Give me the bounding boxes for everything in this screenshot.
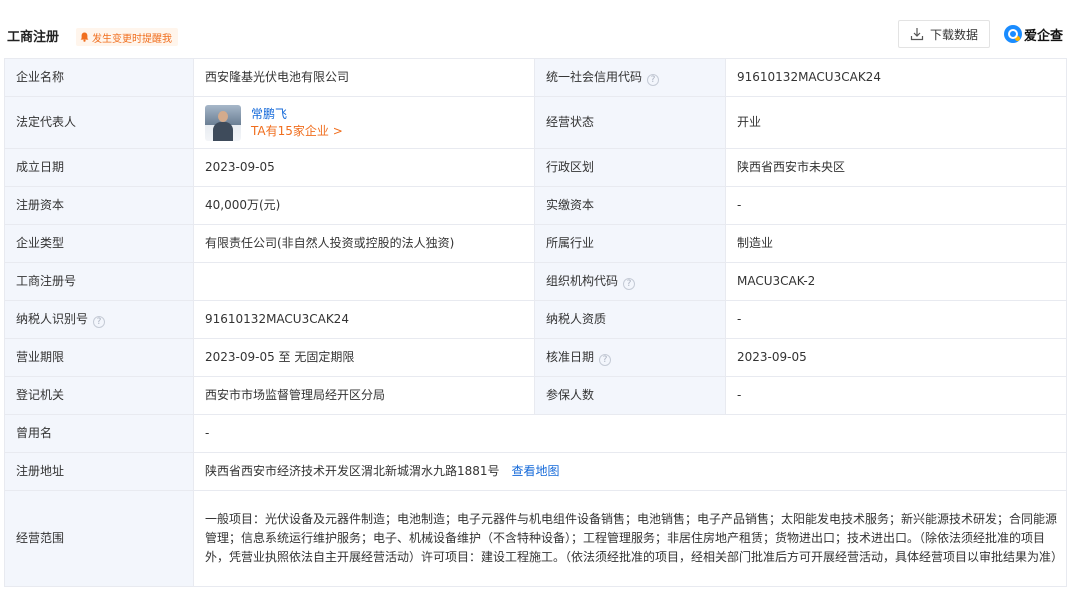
field-label: 经营范围 bbox=[4, 490, 194, 587]
field-label: 参保人数 bbox=[534, 376, 726, 415]
paid-capital-value: - bbox=[725, 186, 1067, 225]
address-cell: 陕西省西安市经济技术开发区渭北新城渭水九路1881号 查看地图 bbox=[193, 452, 1067, 491]
table-row: 法定代表人 常鹏飞 TA有15家企业 > 经营状态 开业 bbox=[4, 96, 1067, 149]
bell-icon bbox=[80, 32, 89, 42]
table-row: 企业类型 有限责任公司(非自然人投资或控股的法人独资) 所属行业 制造业 bbox=[4, 224, 1067, 263]
table-row: 成立日期 2023-09-05 行政区划 陕西省西安市未央区 bbox=[4, 148, 1067, 187]
legal-rep-cell: 常鹏飞 TA有15家企业 > bbox=[193, 96, 535, 149]
legal-rep-name-link[interactable]: 常鹏飞 bbox=[251, 106, 343, 123]
field-label: 统一社会信用代码? bbox=[534, 58, 726, 97]
field-label: 行政区划 bbox=[534, 148, 726, 187]
change-notify-label: 发生变更时提醒我 bbox=[92, 33, 172, 45]
registration-number-value bbox=[193, 262, 535, 301]
address-value: 陕西省西安市经济技术开发区渭北新城渭水九路1881号 bbox=[205, 464, 500, 478]
registration-authority-value: 西安市市场监督管理局经开区分局 bbox=[193, 376, 535, 415]
field-label: 工商注册号 bbox=[4, 262, 194, 301]
registered-capital-value: 40,000万(元) bbox=[193, 186, 535, 225]
download-data-button[interactable]: 下载数据 bbox=[898, 20, 990, 48]
table-row: 注册资本 40,000万(元) 实缴资本 - bbox=[4, 186, 1067, 225]
field-label: 注册资本 bbox=[4, 186, 194, 225]
field-label: 曾用名 bbox=[4, 414, 194, 453]
table-row: 营业期限 2023-09-05 至 无固定期限 核准日期? 2023-09-05 bbox=[4, 338, 1067, 377]
field-label: 成立日期 bbox=[4, 148, 194, 187]
brand-name: 爱企查 bbox=[1024, 28, 1064, 44]
tax-qualification-value: - bbox=[725, 300, 1067, 339]
table-row: 曾用名 - bbox=[4, 414, 1067, 453]
question-circle-icon[interactable]: ? bbox=[623, 278, 636, 290]
download-label: 下载数据 bbox=[929, 27, 978, 42]
approval-date-label: 核准日期 bbox=[546, 350, 595, 364]
table-row: 企业名称 西安隆基光伏电池有限公司 统一社会信用代码? 91610132MACU… bbox=[4, 58, 1067, 97]
field-label: 纳税人资质 bbox=[534, 300, 726, 339]
table-row: 注册地址 陕西省西安市经济技术开发区渭北新城渭水九路1881号 查看地图 bbox=[4, 452, 1067, 491]
field-label: 纳税人识别号? bbox=[4, 300, 194, 339]
org-code-value: MACU3CAK-2 bbox=[725, 262, 1067, 301]
table-row: 纳税人识别号? 91610132MACU3CAK24 纳税人资质 - bbox=[4, 300, 1067, 339]
avatar[interactable] bbox=[205, 104, 241, 141]
region-value: 陕西省西安市未央区 bbox=[725, 148, 1067, 187]
company-type-value: 有限责任公司(非自然人投资或控股的法人独资) bbox=[193, 224, 535, 263]
registration-table: 企业名称 西安隆基光伏电池有限公司 统一社会信用代码? 91610132MACU… bbox=[4, 58, 1067, 587]
tax-id-label: 纳税人识别号 bbox=[16, 312, 89, 326]
insured-count-value: - bbox=[725, 376, 1067, 415]
table-row: 工商注册号 组织机构代码? MACU3CAK-2 bbox=[4, 262, 1067, 301]
org-code-label: 组织机构代码 bbox=[546, 274, 619, 288]
field-label: 组织机构代码? bbox=[534, 262, 726, 301]
brand-logo: 爱企查 bbox=[1004, 22, 1063, 46]
business-term-value: 2023-09-05 至 无固定期限 bbox=[193, 338, 535, 377]
industry-value: 制造业 bbox=[725, 224, 1067, 263]
table-row: 登记机关 西安市市场监督管理局经开区分局 参保人数 - bbox=[4, 376, 1067, 415]
aiqicha-logo-icon bbox=[1004, 25, 1022, 43]
field-label: 企业类型 bbox=[4, 224, 194, 263]
field-label: 实缴资本 bbox=[534, 186, 726, 225]
field-label: 所属行业 bbox=[534, 224, 726, 263]
change-notify-button[interactable]: 发生变更时提醒我 bbox=[76, 28, 178, 46]
field-label: 经营状态 bbox=[534, 96, 726, 149]
table-row: 经营范围 一般项目：光伏设备及元器件制造；电池制造；电子元器件与机电组件设备销售… bbox=[4, 490, 1067, 587]
founded-date-value: 2023-09-05 bbox=[193, 148, 535, 187]
credit-code-label: 统一社会信用代码 bbox=[546, 70, 643, 84]
company-name-value: 西安隆基光伏电池有限公司 bbox=[193, 58, 535, 97]
business-scope-value: 一般项目：光伏设备及元器件制造；电池制造；电子元器件与机电组件设备销售；电池销售… bbox=[193, 490, 1067, 587]
question-circle-icon[interactable]: ? bbox=[93, 316, 106, 328]
legal-rep-companies-link[interactable]: TA有15家企业 > bbox=[251, 123, 343, 140]
field-label: 登记机关 bbox=[4, 376, 194, 415]
field-label: 营业期限 bbox=[4, 338, 194, 377]
question-circle-icon[interactable]: ? bbox=[599, 354, 612, 366]
field-label: 企业名称 bbox=[4, 58, 194, 97]
approval-date-value: 2023-09-05 bbox=[725, 338, 1067, 377]
former-name-value: - bbox=[193, 414, 1067, 453]
download-icon bbox=[910, 28, 924, 41]
view-map-link[interactable]: 查看地图 bbox=[512, 464, 560, 478]
field-label: 注册地址 bbox=[4, 452, 194, 491]
field-label: 法定代表人 bbox=[4, 96, 194, 149]
question-circle-icon[interactable]: ? bbox=[647, 74, 660, 86]
credit-code-value: 91610132MACU3CAK24 bbox=[725, 58, 1067, 97]
status-value: 开业 bbox=[725, 96, 1067, 149]
tax-id-value: 91610132MACU3CAK24 bbox=[193, 300, 535, 339]
field-label: 核准日期? bbox=[534, 338, 726, 377]
section-title: 工商注册 bbox=[7, 30, 60, 45]
